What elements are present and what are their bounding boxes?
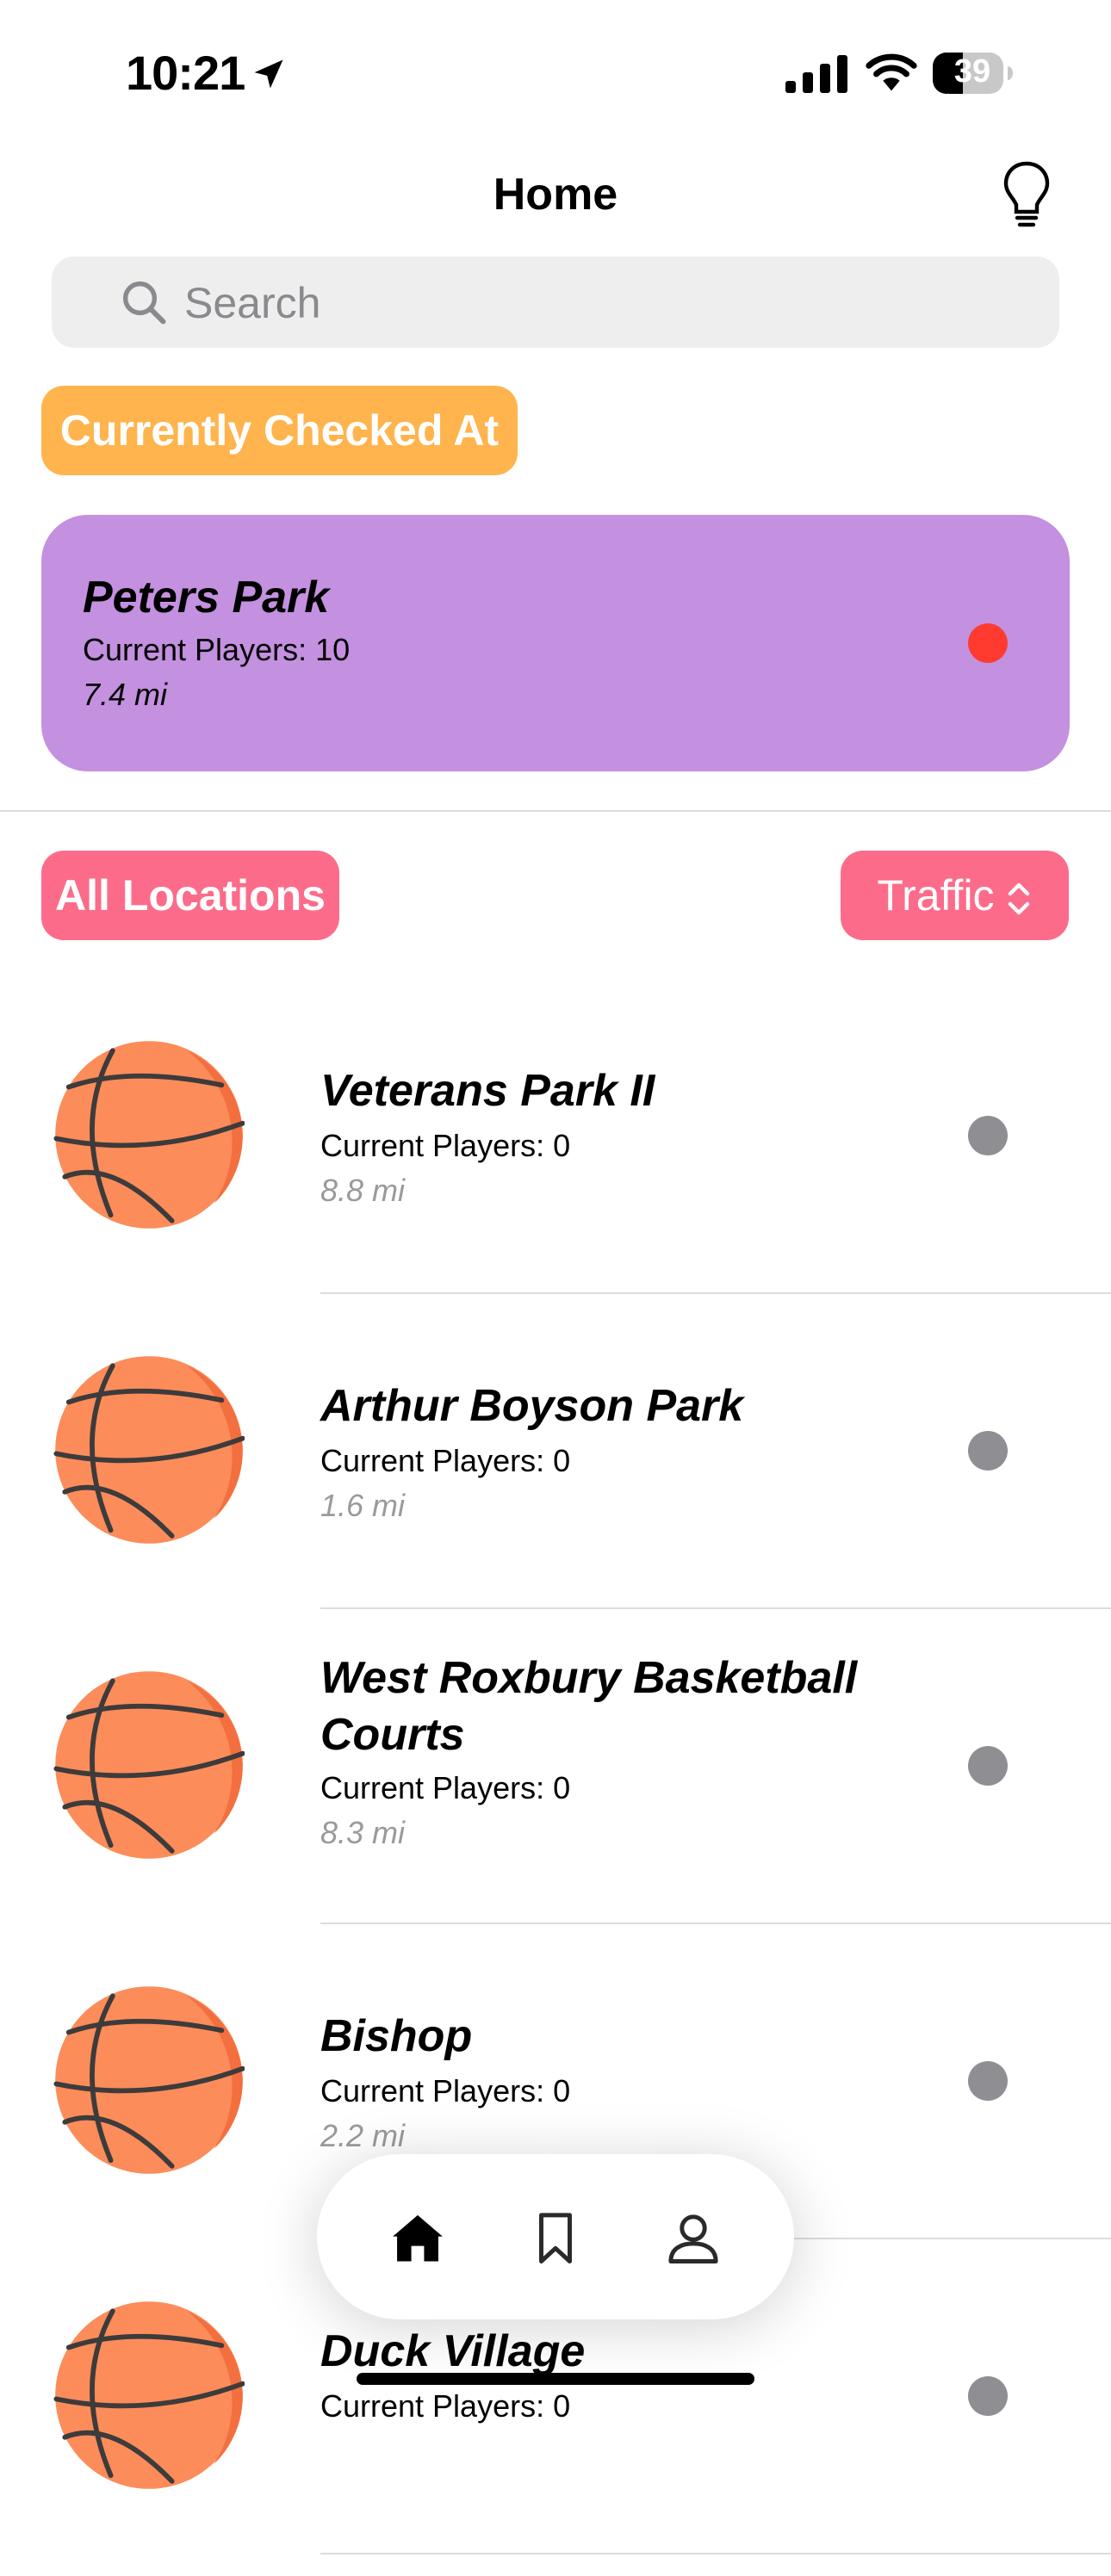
location-players: Current Players: 0 <box>320 1443 571 1478</box>
currently-checked-label: Currently Checked At <box>41 386 518 475</box>
status-dot-inactive <box>968 1116 1008 1155</box>
person-icon[interactable] <box>665 2208 722 2268</box>
wifi-icon <box>866 53 917 91</box>
row-divider <box>320 2553 1111 2554</box>
location-row[interactable]: Veterans Park II Current Players: 0 8.8 mi <box>0 1000 1111 1316</box>
location-name: West Roxbury Basketball Courts <box>320 1653 858 1760</box>
status-time: 10:21 <box>126 46 245 100</box>
status-dot-inactive <box>968 2061 1008 2101</box>
basketball-icon <box>53 1669 245 1861</box>
location-row[interactable]: Arthur Boyson Park Current Players: 0 1.6 … <box>0 1316 1111 1631</box>
cellular-signal-icon <box>785 55 847 93</box>
chevron-up-down-icon <box>1008 882 1029 914</box>
search-bar[interactable] <box>52 257 1059 348</box>
location-name: Veterans Park II <box>320 1066 655 1116</box>
location-distance: 1.6 mi <box>320 1488 406 1523</box>
row-divider <box>320 1292 1111 1294</box>
traffic-sort-button[interactable]: Traffic <box>841 851 1069 940</box>
all-locations-label: All Locations <box>41 851 339 940</box>
checked-in-name: Peters Park <box>83 573 330 622</box>
tab-bar <box>317 2154 794 2319</box>
search-input[interactable] <box>183 272 1030 334</box>
home-indicator <box>357 2373 754 2385</box>
status-dot-active <box>968 623 1008 663</box>
status-dot-inactive <box>968 1431 1008 1471</box>
checked-in-players: Current Players: 10 <box>83 632 351 667</box>
location-players: Current Players: 0 <box>320 1128 571 1163</box>
location-distance: 8.3 mi <box>320 1815 406 1850</box>
checked-in-distance: 7.4 mi <box>83 677 168 712</box>
basketball-icon <box>53 2300 245 2491</box>
status-dot-inactive <box>968 1746 1008 1786</box>
status-dot-inactive <box>968 2376 1008 2416</box>
location-row[interactable]: West Roxbury Basketball Courts Current Pl… <box>0 1631 1111 1946</box>
basketball-icon <box>53 1985 245 2176</box>
location-name: Arthur Boyson Park <box>320 1381 744 1431</box>
lightbulb-icon[interactable] <box>1002 160 1051 229</box>
checked-in-location-card[interactable]: Peters Park Current Players: 10 7.4 mi <box>41 515 1070 771</box>
traffic-sort-label: Traffic <box>877 871 995 920</box>
basketball-icon <box>53 1354 245 1545</box>
bookmark-icon[interactable] <box>527 2208 584 2268</box>
location-players: Current Players: 0 <box>320 1770 571 1805</box>
location-distance: 2.2 mi <box>320 2118 406 2153</box>
page-title: Home <box>493 170 618 220</box>
basketball-icon <box>53 1039 245 1230</box>
section-divider <box>0 810 1111 812</box>
location-arrow-icon <box>254 59 283 89</box>
row-divider <box>320 1923 1111 1924</box>
location-name: Bishop <box>320 2011 473 2061</box>
location-distance: 8.8 mi <box>320 1173 406 1208</box>
location-players: Current Players: 0 <box>320 2388 571 2424</box>
search-icon <box>122 281 166 325</box>
battery-level: 39 <box>953 53 991 90</box>
row-divider <box>320 1607 1111 1609</box>
home-icon[interactable] <box>389 2208 446 2268</box>
location-players: Current Players: 0 <box>320 2073 571 2108</box>
location-name: Duck Village <box>320 2326 586 2376</box>
